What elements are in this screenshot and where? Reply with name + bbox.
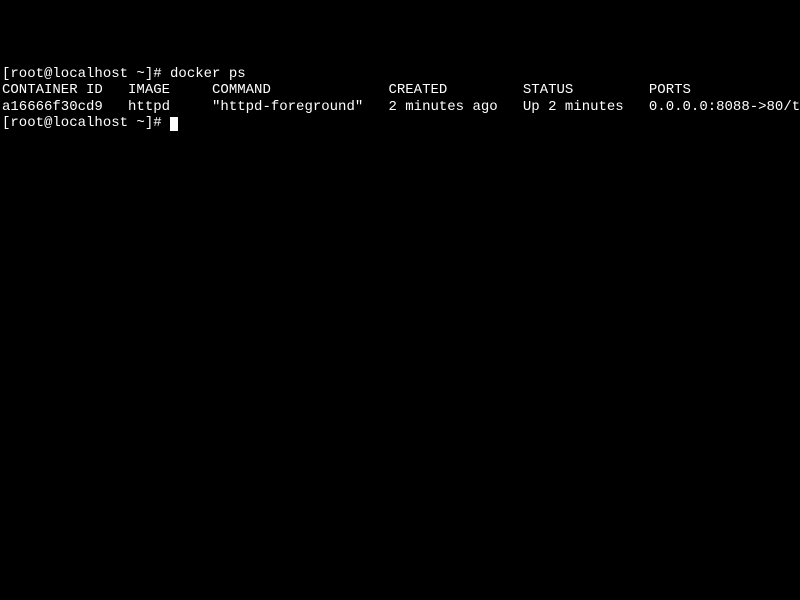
table-row: a16666f30cd9 httpd "httpd-foreground" 2 … [2,99,798,115]
shell-prompt: [root@localhost ~]# [2,66,170,82]
command-line-2[interactable]: [root@localhost ~]# [2,115,798,131]
typed-command: docker ps [170,66,246,82]
command-line-1: [root@localhost ~]# docker ps [2,66,798,82]
cursor-icon [170,117,178,131]
table-header-row: CONTAINER ID IMAGE COMMAND CREATED STATU… [2,82,798,98]
shell-prompt: [root@localhost ~]# [2,115,170,131]
